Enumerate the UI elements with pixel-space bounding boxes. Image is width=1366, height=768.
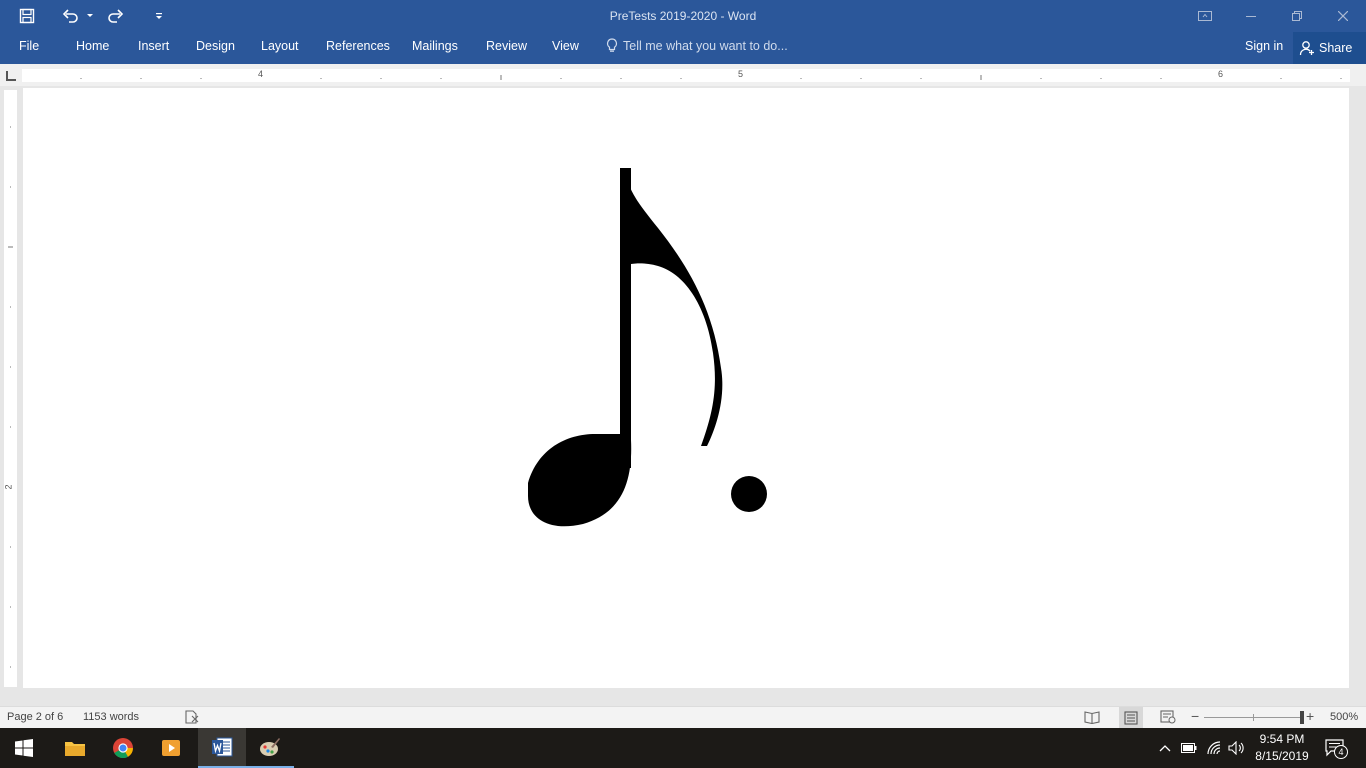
tab-design[interactable]: Design: [196, 39, 235, 53]
media-player-icon: [162, 740, 180, 756]
zoom-center-mark: [1253, 714, 1254, 721]
tab-references[interactable]: References: [326, 39, 390, 53]
page-layout-icon: [1124, 710, 1138, 725]
horizontal-ruler: 4 5 6: [0, 64, 1366, 86]
folder-icon: [65, 742, 85, 756]
taskbar: 9:54 PM 8/15/2019 4: [0, 728, 1366, 768]
vertical-ruler-ticks: [8, 126, 13, 668]
zoom-level[interactable]: 500%: [1330, 711, 1358, 723]
tab-mailings[interactable]: Mailings: [412, 39, 458, 53]
restore-button[interactable]: [1274, 0, 1320, 32]
windows-logo-icon: [15, 739, 33, 757]
web-layout-icon: [1160, 710, 1176, 724]
paint-taskbar-button[interactable]: [246, 728, 294, 768]
print-layout-button[interactable]: [1119, 707, 1143, 728]
network-button[interactable]: [1204, 728, 1224, 768]
close-button[interactable]: [1320, 0, 1366, 32]
zoom-out-button[interactable]: −: [1191, 708, 1199, 724]
web-layout-button[interactable]: [1160, 710, 1176, 727]
status-bar: Page 2 of 6 1153 words − + 500%: [0, 706, 1366, 728]
ribbon-display-options-button[interactable]: [1182, 0, 1228, 32]
page-count[interactable]: Page 2 of 6: [7, 711, 63, 723]
tell-me-placeholder: Tell me what you want to do...: [623, 39, 788, 53]
zoom-thumb[interactable]: [1300, 711, 1304, 724]
battery-icon: [1181, 743, 1197, 753]
person-add-icon: [1299, 41, 1314, 56]
word-icon: [212, 737, 233, 757]
tell-me-search[interactable]: Tell me what you want to do...: [606, 38, 788, 54]
tab-home[interactable]: Home: [76, 39, 109, 53]
word-taskbar-button[interactable]: [198, 728, 246, 768]
clock-time: 9:54 PM: [1259, 732, 1305, 746]
lightbulb-icon: [606, 38, 618, 52]
action-center-button[interactable]: 4: [1320, 728, 1350, 768]
chrome-icon: [113, 738, 133, 759]
ribbon-display-icon: [1198, 11, 1212, 21]
share-label: Share: [1319, 41, 1353, 55]
battery-button[interactable]: [1179, 728, 1199, 768]
book-icon: [1084, 711, 1100, 725]
augmentation-dot: [731, 476, 767, 512]
wifi-icon: [1207, 741, 1221, 755]
note-head: [528, 433, 632, 527]
notification-badge: 4: [1334, 745, 1348, 759]
word-count[interactable]: 1153 words: [83, 711, 139, 723]
close-icon: [1338, 11, 1348, 21]
sign-in-link[interactable]: Sign in: [1245, 39, 1283, 53]
note-flag: [626, 168, 723, 446]
document-page[interactable]: [23, 88, 1349, 688]
paint-icon: [260, 738, 280, 756]
ruler-bar[interactable]: 4 5 6: [22, 69, 1350, 82]
volume-button[interactable]: [1227, 728, 1247, 768]
ruler-number: 4: [258, 69, 264, 79]
tab-view[interactable]: View: [552, 39, 579, 53]
document-title: PreTests 2019-2020 - Word: [609, 9, 757, 23]
window-controls: [1182, 0, 1366, 32]
system-clock[interactable]: 9:54 PM 8/15/2019: [1254, 731, 1310, 765]
restore-icon: [1292, 11, 1302, 21]
tab-selector[interactable]: [6, 71, 16, 81]
proofing-icon: [185, 710, 199, 724]
media-player-button[interactable]: [147, 728, 195, 768]
proofing-status[interactable]: [184, 710, 200, 727]
vertical-ruler[interactable]: 2: [4, 90, 17, 687]
tab-file[interactable]: File: [19, 39, 39, 53]
read-mode-button[interactable]: [1084, 710, 1100, 727]
tab-layout[interactable]: Layout: [261, 39, 299, 53]
file-explorer-button[interactable]: [51, 728, 99, 768]
clock-date: 8/15/2019: [1255, 749, 1309, 763]
zoom-track: [1204, 717, 1304, 718]
tab-insert[interactable]: Insert: [138, 39, 169, 53]
dotted-eighth-note-image[interactable]: [23, 88, 1349, 688]
minimize-icon: [1246, 16, 1256, 17]
zoom-in-button[interactable]: +: [1306, 708, 1314, 724]
speaker-icon: [1228, 741, 1244, 755]
chevron-up-icon: [1159, 745, 1171, 752]
vertical-ruler-number: 2: [3, 484, 14, 490]
share-button[interactable]: Share: [1293, 32, 1366, 64]
ruler-number: 6: [1218, 69, 1224, 79]
ribbon-tabs: File Home Insert Design Layout Reference…: [0, 32, 1366, 64]
show-hidden-icons-button[interactable]: [1155, 728, 1175, 768]
ruler-ticks: [80, 75, 1342, 80]
minimize-button[interactable]: [1228, 0, 1274, 32]
tab-review[interactable]: Review: [486, 39, 527, 53]
start-button[interactable]: [0, 728, 48, 768]
ruler-number: 5: [738, 69, 744, 79]
zoom-slider[interactable]: [1204, 707, 1304, 728]
title-bar: PreTests 2019-2020 - Word: [0, 0, 1366, 32]
chrome-button[interactable]: [99, 728, 147, 768]
